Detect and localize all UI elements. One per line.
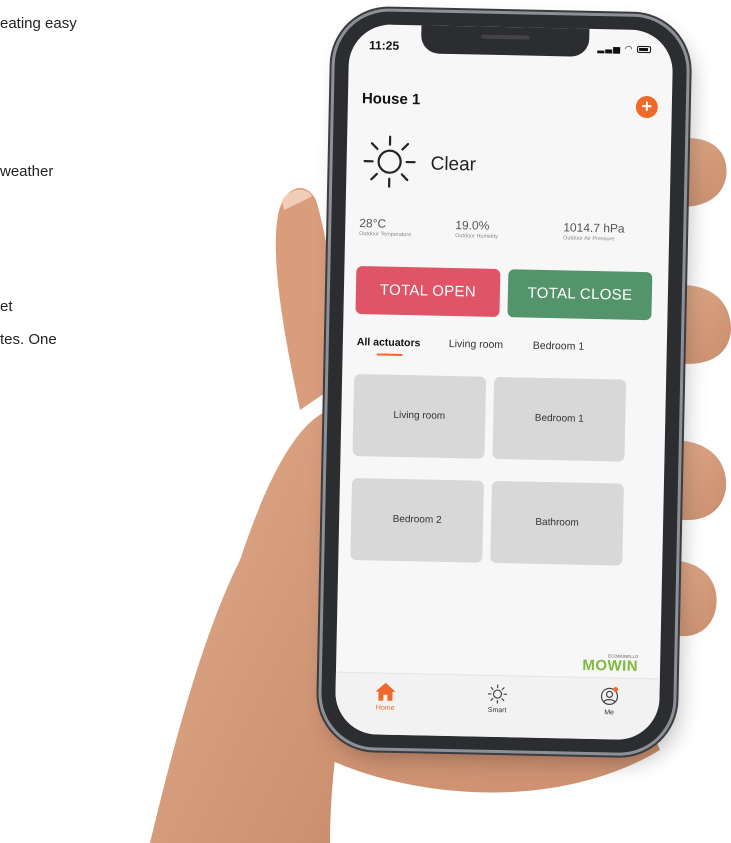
nav-smart[interactable]: Smart: [467, 683, 528, 714]
sun-icon: [487, 684, 508, 704]
brand-logo: ECOMUNELLO MOWIN: [582, 653, 639, 675]
nav-home-label: Home: [375, 704, 395, 712]
pressure-label: Outdoor Air Pressure: [563, 235, 615, 243]
temperature-value: 28°C: [359, 216, 387, 231]
battery-icon: [636, 45, 652, 54]
room-card-bathroom[interactable]: Bathroom: [490, 480, 624, 566]
status-time: 11:25: [368, 38, 400, 53]
nav-me-label: Me: [604, 709, 615, 717]
humidity-value: 19.0%: [455, 218, 490, 233]
temperature-label: Outdoor Temperature: [359, 231, 412, 239]
bottom-navigation: Home Smart Me: [334, 671, 660, 741]
wifi-icon: ◠: [624, 43, 634, 54]
total-open-button[interactable]: TOTAL OPEN: [355, 266, 501, 318]
user-icon: [600, 687, 619, 706]
room-card-bedroom-1[interactable]: Bedroom 1: [492, 376, 627, 462]
humidity-label: Outdoor Humidity: [455, 233, 498, 240]
page-title[interactable]: House 1: [362, 90, 421, 108]
humidity-metric: 19.0% Outdoor Humidity: [455, 218, 498, 240]
home-icon: [375, 682, 396, 701]
nav-smart-label: Smart: [487, 706, 507, 715]
active-tab-indicator: [376, 353, 403, 356]
signal-icon: ▂▃▅: [597, 43, 622, 54]
tab-living-room[interactable]: Living room: [449, 338, 504, 351]
temperature-metric: 28°C Outdoor Temperature: [359, 216, 412, 238]
tab-bedroom-1[interactable]: Bedroom 1: [533, 340, 585, 353]
weather-condition: Clear: [430, 153, 477, 176]
add-button[interactable]: +: [635, 95, 659, 119]
app-screen: 11:25 ▂▃▅ ◠ House 1 + Clear 28°C Outdoor…: [334, 23, 674, 741]
phone-notch: [420, 23, 590, 57]
phone-device: 11:25 ▂▃▅ ◠ House 1 + Clear 28°C Outdoor…: [320, 10, 688, 754]
room-card-living-room[interactable]: Living room: [352, 373, 487, 459]
status-icons: ▂▃▅ ◠: [597, 43, 652, 55]
brand-name: MOWIN: [582, 656, 639, 675]
room-card-bedroom-2[interactable]: Bedroom 2: [350, 477, 484, 563]
pressure-metric: 1014.7 hPa Outdoor Air Pressure: [563, 220, 625, 242]
total-close-button[interactable]: TOTAL CLOSE: [507, 269, 653, 321]
sun-icon: [363, 135, 416, 188]
nav-home[interactable]: Home: [355, 681, 416, 712]
nav-me[interactable]: Me: [579, 686, 640, 717]
tab-all-actuators[interactable]: All actuators: [357, 336, 421, 349]
pressure-value: 1014.7 hPa: [563, 220, 625, 236]
